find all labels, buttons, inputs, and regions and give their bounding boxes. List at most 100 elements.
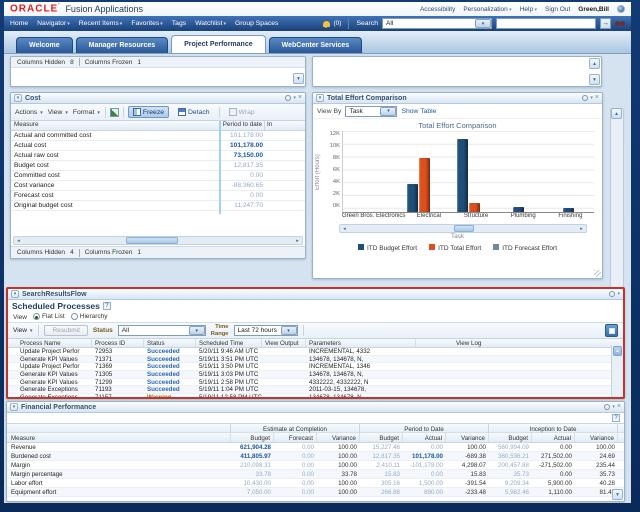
table-row[interactable]: Labor effort10,430.000.00100.00305.161,5… <box>7 479 624 488</box>
scroll-down-arrow[interactable]: ▾ <box>589 74 600 85</box>
table-row[interactable]: Generate Exceptions71193Succeeded5/19/11… <box>8 386 623 394</box>
time-range-select[interactable]: Last 72 hours ▾ <box>234 325 298 336</box>
chart-horizontal-scrollbar[interactable]: ◂ ▸ <box>339 224 587 233</box>
column-header-view-output[interactable]: View Output <box>262 339 306 347</box>
collapse-icon[interactable]: ▾ <box>11 290 19 298</box>
view-menu[interactable]: View▼ <box>48 109 69 116</box>
column-header-process-id[interactable]: Process ID <box>92 339 144 347</box>
view-menu[interactable]: View▼ <box>13 327 33 334</box>
column-header-variance[interactable]: Variance <box>317 433 360 442</box>
menu-item-recent-items[interactable]: Recent Items▾ <box>79 20 123 27</box>
gear-icon[interactable] <box>582 95 588 101</box>
column-header-period-to-date[interactable]: Period to date <box>219 121 265 130</box>
resize-grip[interactable] <box>594 270 601 277</box>
table-row[interactable]: Revenue621,904.280.00100.0015,227.460.00… <box>7 443 624 452</box>
tab-manager-resources[interactable]: Manager Resources <box>76 37 169 53</box>
global-link-accessibility[interactable]: Accessibility <box>420 6 455 13</box>
table-row[interactable]: Actual cost101,178.00 <box>11 141 305 151</box>
column-header-budget[interactable]: Budget <box>360 433 403 442</box>
collapse-icon[interactable]: ▾ <box>10 403 18 411</box>
view-by-select[interactable]: Task ▾ <box>345 106 397 117</box>
scrollbar-thumb[interactable] <box>126 237 178 244</box>
menu-item-watchlist[interactable]: Watchlist▾ <box>195 20 226 27</box>
gear-icon[interactable] <box>604 404 610 410</box>
hierarchy-radio[interactable]: Hierarchy <box>71 313 108 320</box>
close-icon[interactable]: × <box>617 404 621 410</box>
help-icon[interactable]: ? <box>103 302 111 310</box>
gear-icon[interactable] <box>285 95 291 101</box>
menu-item-favorites[interactable]: Favorites▾ <box>131 20 162 27</box>
column-header-partial[interactable]: In <box>265 121 305 130</box>
table-row[interactable]: Actual and committed cost101,178.00 <box>11 131 305 141</box>
table-row[interactable]: Generate KPI Values71371Succeeded5/19/11… <box>8 356 623 364</box>
freeze-button[interactable]: Freeze <box>128 106 169 118</box>
gear-icon[interactable] <box>609 291 615 297</box>
column-header-variance[interactable]: Variance <box>575 433 618 442</box>
status-select[interactable]: All ▾ <box>118 325 206 336</box>
table-row[interactable]: Burdened cost411,805.970.00100.0012,817.… <box>7 452 624 461</box>
column-header-actual[interactable]: Actual <box>403 433 446 442</box>
search-input[interactable] <box>496 18 596 29</box>
chevron-down-icon[interactable]: ▾ <box>612 404 615 410</box>
refresh-button[interactable] <box>605 324 618 337</box>
close-icon[interactable]: × <box>298 95 302 101</box>
global-link-sign-out[interactable]: Sign Out <box>545 6 570 13</box>
advanced-search-icon[interactable] <box>615 20 625 27</box>
table-row[interactable]: Original budget cost11,247.70 <box>11 201 305 211</box>
scroll-right-arrow[interactable]: ▸ <box>293 237 302 244</box>
chevron-down-icon[interactable]: ▾ <box>281 326 297 335</box>
close-icon[interactable]: × <box>595 95 599 101</box>
chevron-down-icon[interactable]: ▾ <box>475 19 491 28</box>
table-row[interactable]: Generate KPI Values71305Succeeded5/19/11… <box>8 371 623 379</box>
column-header-status[interactable]: Status <box>144 339 196 347</box>
search-go-button[interactable]: → <box>600 18 611 29</box>
global-link-help[interactable]: Help ▾ <box>520 6 537 13</box>
table-row[interactable]: Forecast cost0.00 <box>11 191 305 201</box>
table-row[interactable]: Generate Exceptions71157Warning5/19/11 1… <box>8 394 623 398</box>
globe-icon[interactable] <box>617 5 625 13</box>
column-header-variance[interactable]: Variance <box>446 433 489 442</box>
export-icon[interactable] <box>110 108 119 117</box>
table-row[interactable]: Actual raw cost73,150.00 <box>11 151 305 161</box>
scroll-down-arrow[interactable]: ▾ <box>293 73 304 84</box>
table-row[interactable]: Update Project Perfor72953Succeeded5/20/… <box>8 348 623 356</box>
notifications-bell-icon[interactable] <box>323 21 330 27</box>
actions-menu[interactable]: Actions▼ <box>15 109 44 116</box>
menu-item-tags[interactable]: Tags <box>172 20 186 27</box>
table-row[interactable]: Cost variance-88,360.65 <box>11 181 305 191</box>
menu-item-group-spaces[interactable]: Group Spaces <box>235 20 278 27</box>
scroll-right-arrow[interactable]: ▸ <box>577 225 586 232</box>
column-header-forecast[interactable]: Forecast <box>274 433 317 442</box>
chevron-down-icon[interactable]: ▾ <box>189 326 205 335</box>
table-row[interactable]: Budget cost12,817.35 <box>11 161 305 171</box>
collapse-icon[interactable]: ▾ <box>14 94 22 102</box>
column-header-measure[interactable]: Measure <box>7 433 231 442</box>
menu-item-home[interactable]: Home <box>10 20 28 27</box>
scroll-up-arrow[interactable]: ▴ <box>613 346 622 356</box>
column-header-process-name[interactable]: Process Name <box>8 339 92 347</box>
format-menu[interactable]: Format▼ <box>73 109 101 116</box>
column-header-measure[interactable]: Measure <box>11 121 219 130</box>
column-header-budget[interactable]: Budget <box>489 433 532 442</box>
table-row[interactable]: Update Project Perfor71369Succeeded5/19/… <box>8 363 623 371</box>
chevron-down-icon[interactable]: ▾ <box>380 107 396 116</box>
column-header-actual[interactable]: Actual <box>532 433 575 442</box>
show-table-link[interactable]: Show Table <box>401 108 436 115</box>
panel-scrollbar[interactable]: ▴ <box>611 345 623 397</box>
cost-horizontal-scrollbar[interactable]: ◂ ▸ <box>13 236 303 245</box>
search-scope-select[interactable]: All ▾ <box>382 18 492 29</box>
tab-project-performance[interactable]: Project Performance <box>171 35 265 53</box>
chevron-down-icon[interactable]: ▾ <box>293 95 296 101</box>
global-link-personalization[interactable]: Personalization ▾ <box>463 6 511 13</box>
tab-webcenter-services[interactable]: WebCenter Services <box>269 37 363 53</box>
column-header-budget[interactable]: Budget <box>231 433 274 442</box>
scrollbar-thumb[interactable] <box>454 225 474 232</box>
tab-welcome[interactable]: Welcome <box>16 37 73 53</box>
table-row[interactable]: Margin210,098.310.00100.002,410.11-101,1… <box>7 461 624 470</box>
column-header-scheduled-time[interactable]: Scheduled Time <box>196 339 262 347</box>
table-row[interactable]: Margin percentage33.780.0033.7815.830.00… <box>7 470 624 479</box>
chevron-down-icon[interactable]: ▾ <box>617 291 620 297</box>
column-header-parameters[interactable]: Parameters <box>306 339 416 347</box>
detach-button[interactable]: Detach <box>173 106 215 118</box>
column-header-view-log[interactable]: View Log <box>416 339 623 347</box>
